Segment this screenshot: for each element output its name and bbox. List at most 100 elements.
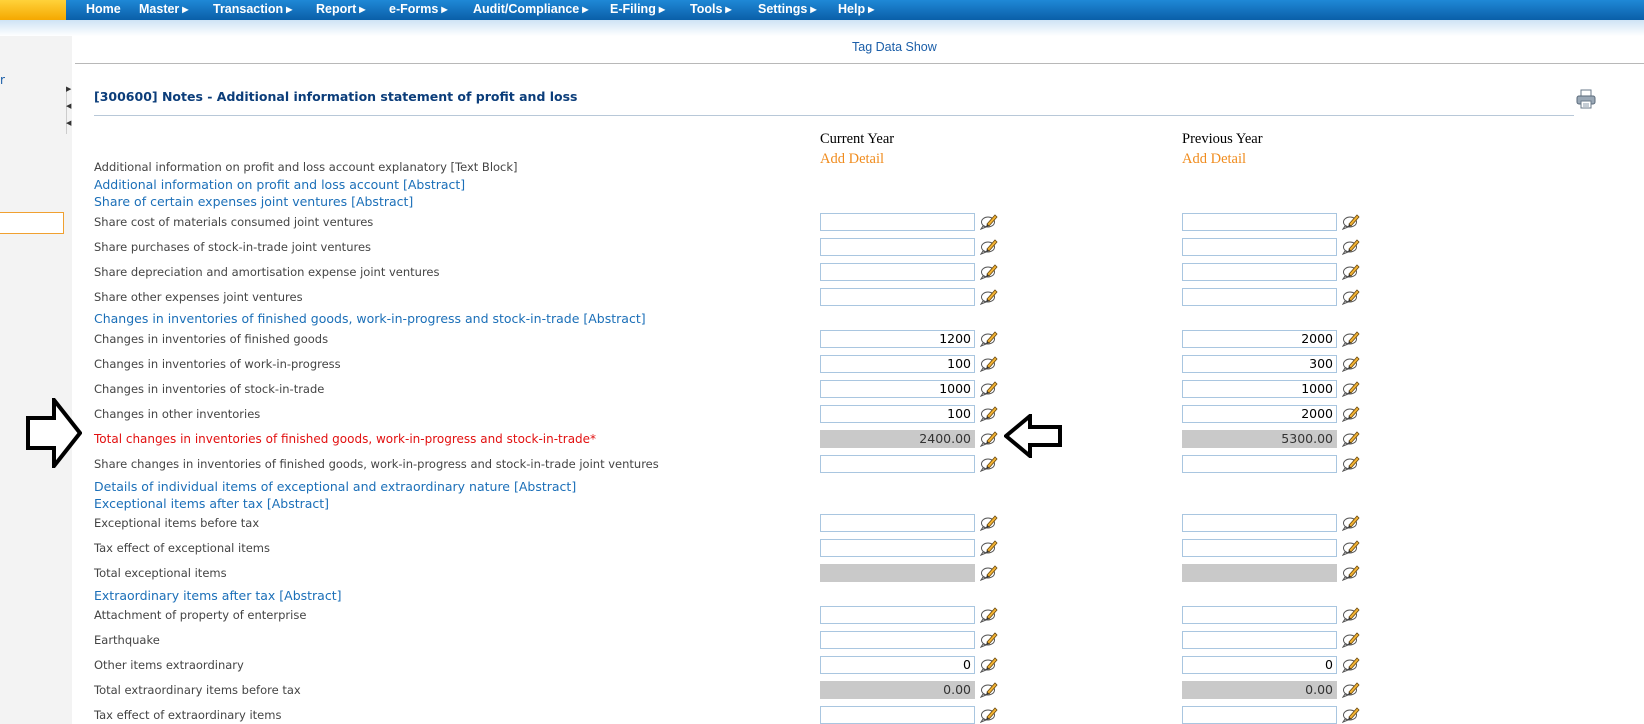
previous-year-changes-in-inventories-of-stock-in-trade-field[interactable]: 1000 bbox=[1182, 380, 1337, 398]
previous-year-add-detail-link[interactable]: Add Detail bbox=[1182, 151, 1246, 168]
edit-note-icon[interactable] bbox=[1342, 379, 1360, 397]
nav-item-home[interactable]: Home bbox=[86, 2, 121, 16]
row-label-tax-effect-of-extraordinary-items: Tax effect of extraordinary items bbox=[94, 708, 282, 722]
previous-year-share-purchases-of-stock-in-trade-joint-ventures-field[interactable] bbox=[1182, 238, 1337, 256]
previous-year-share-changes-in-inventories-of-finished-goods-work-in-progr-field[interactable] bbox=[1182, 455, 1337, 473]
edit-note-icon[interactable] bbox=[980, 605, 998, 623]
nav-item-tools[interactable]: Tools ▶ bbox=[690, 2, 732, 16]
edit-note-icon[interactable] bbox=[1342, 605, 1360, 623]
previous-year-exceptional-items-before-tax-field[interactable] bbox=[1182, 514, 1337, 532]
edit-note-icon[interactable] bbox=[1342, 705, 1360, 723]
edit-note-icon[interactable] bbox=[1342, 262, 1360, 280]
previous-year-other-items-extraordinary-field[interactable]: 0 bbox=[1182, 656, 1337, 674]
edit-note-icon[interactable] bbox=[1342, 329, 1360, 347]
section-heading-changes-in-inventories-of-finished-goods-work-in-progress-an: Changes in inventories of finished goods… bbox=[94, 311, 646, 326]
edit-note-icon[interactable] bbox=[1342, 429, 1360, 447]
current-year-share-cost-of-materials-consumed-joint-ventures-field[interactable] bbox=[820, 213, 975, 231]
previous-year-share-cost-of-materials-consumed-joint-ventures-field[interactable] bbox=[1182, 213, 1337, 231]
page-title: [300600] Notes - Additional information … bbox=[94, 89, 578, 104]
previous-year-total-exceptional-items-field bbox=[1182, 564, 1337, 582]
current-year-exceptional-items-before-tax-field[interactable] bbox=[820, 514, 975, 532]
edit-note-icon[interactable] bbox=[980, 329, 998, 347]
edit-note-icon[interactable] bbox=[980, 379, 998, 397]
previous-year-changes-in-inventories-of-finished-goods-field[interactable]: 2000 bbox=[1182, 330, 1337, 348]
current-year-changes-in-other-inventories-field[interactable]: 100 bbox=[820, 405, 975, 423]
row-label-share-cost-of-materials-consumed-joint-ventures: Share cost of materials consumed joint v… bbox=[94, 215, 374, 229]
previous-year-earthquake-field[interactable] bbox=[1182, 631, 1337, 649]
section-heading-details-of-individual-items-of-exceptional-and-extraordinary: Details of individual items of exception… bbox=[94, 479, 577, 494]
current-year-share-other-expenses-joint-ventures-field[interactable] bbox=[820, 288, 975, 306]
submenu-arrow-icon: ▶ bbox=[725, 5, 732, 14]
edit-note-icon[interactable] bbox=[1342, 513, 1360, 531]
edit-note-icon[interactable] bbox=[1342, 454, 1360, 472]
sidebar-link[interactable]: r bbox=[0, 73, 5, 87]
row-label-tax-effect-of-exceptional-items: Tax effect of exceptional items bbox=[94, 541, 271, 555]
edit-note-icon[interactable] bbox=[1342, 212, 1360, 230]
previous-year-changes-in-other-inventories-field[interactable]: 2000 bbox=[1182, 405, 1337, 423]
current-year-add-detail-link[interactable]: Add Detail bbox=[820, 151, 884, 168]
nav-item-settings[interactable]: Settings ▶ bbox=[758, 2, 816, 16]
edit-note-icon[interactable] bbox=[980, 404, 998, 422]
submenu-arrow-icon: ▶ bbox=[658, 5, 665, 14]
divider bbox=[94, 115, 1574, 116]
nav-item-e-filing[interactable]: E-Filing ▶ bbox=[610, 2, 665, 16]
edit-note-icon[interactable] bbox=[1342, 655, 1360, 673]
edit-note-icon[interactable] bbox=[980, 513, 998, 531]
edit-note-icon[interactable] bbox=[1342, 354, 1360, 372]
nav-item-audit-compliance[interactable]: Audit/Compliance ▶ bbox=[473, 2, 588, 16]
edit-note-icon[interactable] bbox=[1342, 563, 1360, 581]
current-year-attachment-of-property-of-enterprise-field[interactable] bbox=[820, 606, 975, 624]
current-year-tax-effect-of-extraordinary-items-field[interactable] bbox=[820, 706, 975, 724]
nav-item-transaction[interactable]: Transaction ▶ bbox=[213, 2, 292, 16]
edit-note-icon[interactable] bbox=[1342, 404, 1360, 422]
sidebar-expand-arrow-icon[interactable]: ▶ bbox=[66, 85, 71, 93]
row-label-other-items-extraordinary: Other items extraordinary bbox=[94, 658, 244, 672]
nav-item-e-forms[interactable]: e-Forms ▶ bbox=[389, 2, 447, 16]
previous-year-changes-in-inventories-of-work-in-progress-field[interactable]: 300 bbox=[1182, 355, 1337, 373]
current-year-header: Current Year bbox=[820, 131, 895, 147]
edit-note-icon[interactable] bbox=[1342, 538, 1360, 556]
sidebar-search-input[interactable] bbox=[0, 212, 64, 234]
nav-item-master[interactable]: Master ▶ bbox=[139, 2, 188, 16]
current-year-tax-effect-of-exceptional-items-field[interactable] bbox=[820, 539, 975, 557]
edit-note-icon[interactable] bbox=[1342, 237, 1360, 255]
previous-year-tax-effect-of-exceptional-items-field[interactable] bbox=[1182, 539, 1337, 557]
edit-note-icon[interactable] bbox=[980, 429, 998, 447]
current-year-share-changes-in-inventories-of-finished-goods-work-in-progr-field[interactable] bbox=[820, 455, 975, 473]
edit-note-icon[interactable] bbox=[980, 705, 998, 723]
current-year-changes-in-inventories-of-work-in-progress-field[interactable]: 100 bbox=[820, 355, 975, 373]
nav-item-help[interactable]: Help ▶ bbox=[838, 2, 874, 16]
printer-icon[interactable] bbox=[1576, 89, 1596, 109]
previous-year-tax-effect-of-extraordinary-items-field[interactable] bbox=[1182, 706, 1337, 724]
edit-note-icon[interactable] bbox=[980, 680, 998, 698]
nav-item-report[interactable]: Report ▶ bbox=[316, 2, 365, 16]
current-year-other-items-extraordinary-field[interactable]: 0 bbox=[820, 656, 975, 674]
edit-note-icon[interactable] bbox=[1342, 630, 1360, 648]
current-year-share-depreciation-and-amortisation-expense-joint-ventures-field[interactable] bbox=[820, 263, 975, 281]
sidebar-collapse-arrow-icon[interactable]: ◀ bbox=[66, 119, 71, 127]
section-heading-extraordinary-items-after-tax: Extraordinary items after tax [Abstract] bbox=[94, 588, 342, 603]
edit-note-icon[interactable] bbox=[980, 655, 998, 673]
edit-note-icon[interactable] bbox=[980, 454, 998, 472]
edit-note-icon[interactable] bbox=[980, 538, 998, 556]
edit-note-icon[interactable] bbox=[980, 212, 998, 230]
edit-note-icon[interactable] bbox=[980, 262, 998, 280]
sidebar-collapse-arrow-icon[interactable]: ◀ bbox=[66, 102, 71, 110]
edit-note-icon[interactable] bbox=[980, 563, 998, 581]
current-year-changes-in-inventories-of-finished-goods-field[interactable]: 1200 bbox=[820, 330, 975, 348]
edit-note-icon[interactable] bbox=[1342, 287, 1360, 305]
edit-note-icon[interactable] bbox=[980, 630, 998, 648]
row-label-changes-in-other-inventories: Changes in other inventories bbox=[94, 407, 261, 421]
previous-year-attachment-of-property-of-enterprise-field[interactable] bbox=[1182, 606, 1337, 624]
edit-note-icon[interactable] bbox=[980, 354, 998, 372]
edit-note-icon[interactable] bbox=[980, 287, 998, 305]
previous-year-share-depreciation-and-amortisation-expense-joint-ventures-field[interactable] bbox=[1182, 263, 1337, 281]
previous-year-share-other-expenses-joint-ventures-field[interactable] bbox=[1182, 288, 1337, 306]
current-year-changes-in-inventories-of-stock-in-trade-field[interactable]: 1000 bbox=[820, 380, 975, 398]
tag-data-show-link[interactable]: Tag Data Show bbox=[852, 40, 937, 54]
edit-note-icon[interactable] bbox=[1342, 680, 1360, 698]
current-year-share-purchases-of-stock-in-trade-joint-ventures-field[interactable] bbox=[820, 238, 975, 256]
sidebar-collapse-handle[interactable] bbox=[66, 90, 73, 134]
current-year-earthquake-field[interactable] bbox=[820, 631, 975, 649]
edit-note-icon[interactable] bbox=[980, 237, 998, 255]
